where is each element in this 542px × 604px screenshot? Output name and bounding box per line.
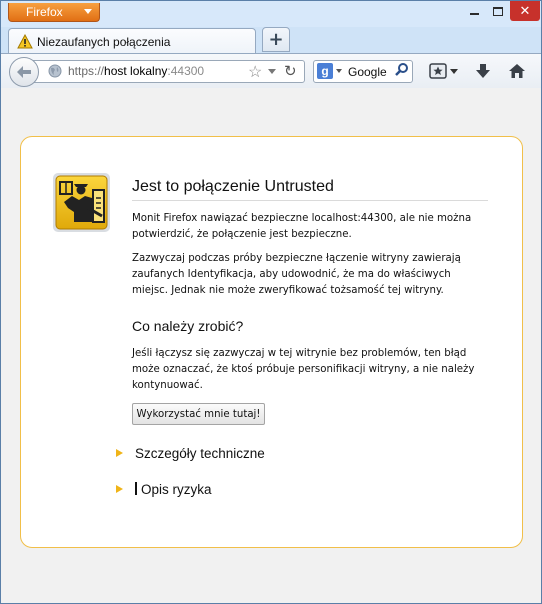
expand-arrow-icon [116, 485, 123, 493]
warning-icon [17, 33, 33, 52]
text-cursor-icon [135, 482, 137, 495]
bookmarks-icon[interactable] [427, 61, 449, 81]
google-icon[interactable]: g [317, 63, 333, 79]
intro-paragraph: Monit Firefox nawiązać bezpieczne localh… [132, 213, 472, 240]
url-text: https://host lokalny:44300 [68, 64, 204, 78]
browser-window: Firefox ✕ Niezaufanych połączenia + http… [0, 0, 542, 604]
error-card: Jest to połączenie Untrusted Monit Firef… [20, 136, 523, 548]
bookmarks-dropdown-icon[interactable] [450, 69, 458, 74]
risk-description-row: Opis ryzyka [135, 482, 212, 497]
explanation-paragraph: Zazwyczaj podczas próby bezpieczne łącze… [132, 253, 461, 296]
maximize-button[interactable] [486, 1, 510, 21]
back-arrow-icon [17, 66, 31, 78]
reload-icon[interactable]: ↻ [284, 62, 297, 80]
search-engine-label: Google [348, 65, 387, 79]
page-content: Jest to połączenie Untrusted Monit Firef… [1, 88, 541, 603]
expand-arrow-icon [116, 449, 123, 457]
chevron-down-icon [84, 9, 92, 14]
history-dropdown-icon[interactable] [268, 69, 276, 74]
back-button[interactable] [9, 57, 39, 87]
firefox-menu-label: Firefox [26, 5, 63, 19]
downloads-icon[interactable] [472, 61, 494, 81]
page-title: Jest to połączenie Untrusted [132, 178, 488, 201]
title-bar: Firefox ✕ [1, 1, 541, 27]
search-bar[interactable]: g Google [313, 60, 413, 83]
firefox-menu-button[interactable]: Firefox [8, 3, 100, 22]
maximize-icon [493, 6, 503, 16]
url-host: host lokalny [104, 64, 168, 78]
close-icon: ✕ [519, 3, 531, 19]
url-port: :44300 [167, 64, 205, 78]
advice-paragraph: Jeśli łączysz się zazwyczaj w tej witryn… [132, 348, 475, 391]
bookmark-star-icon[interactable]: ☆ [248, 62, 262, 82]
minimize-button[interactable] [462, 1, 486, 21]
navigation-toolbar: https://host lokalny:44300 ☆ ↻ g Google [1, 53, 541, 89]
url-prefix: https:// [68, 64, 105, 78]
certificate-error-icon [52, 172, 111, 233]
plus-icon: + [268, 28, 284, 50]
technical-details-label: Szczegóły techniczne [135, 446, 265, 461]
get-me-out-button[interactable]: Wykorzystać mnie tutaj! [132, 403, 265, 425]
tab-untrusted-connection[interactable]: Niezaufanych połączenia [8, 28, 256, 55]
risk-description-label: Opis ryzyka [141, 482, 212, 497]
home-icon[interactable] [506, 61, 528, 81]
what-to-do-heading: Co należy zrobić? [132, 318, 244, 334]
minimize-icon [469, 12, 479, 15]
search-icon[interactable] [394, 62, 409, 80]
close-button[interactable]: ✕ [510, 1, 540, 21]
url-bar[interactable]: https://host lokalny:44300 ☆ ↻ [29, 60, 305, 83]
new-tab-button[interactable]: + [262, 27, 290, 52]
tab-strip: Niezaufanych połączenia + [1, 27, 541, 55]
chevron-down-icon[interactable] [336, 69, 342, 73]
globe-icon[interactable] [48, 64, 62, 81]
tab-title: Niezaufanych połączenia [37, 35, 171, 49]
